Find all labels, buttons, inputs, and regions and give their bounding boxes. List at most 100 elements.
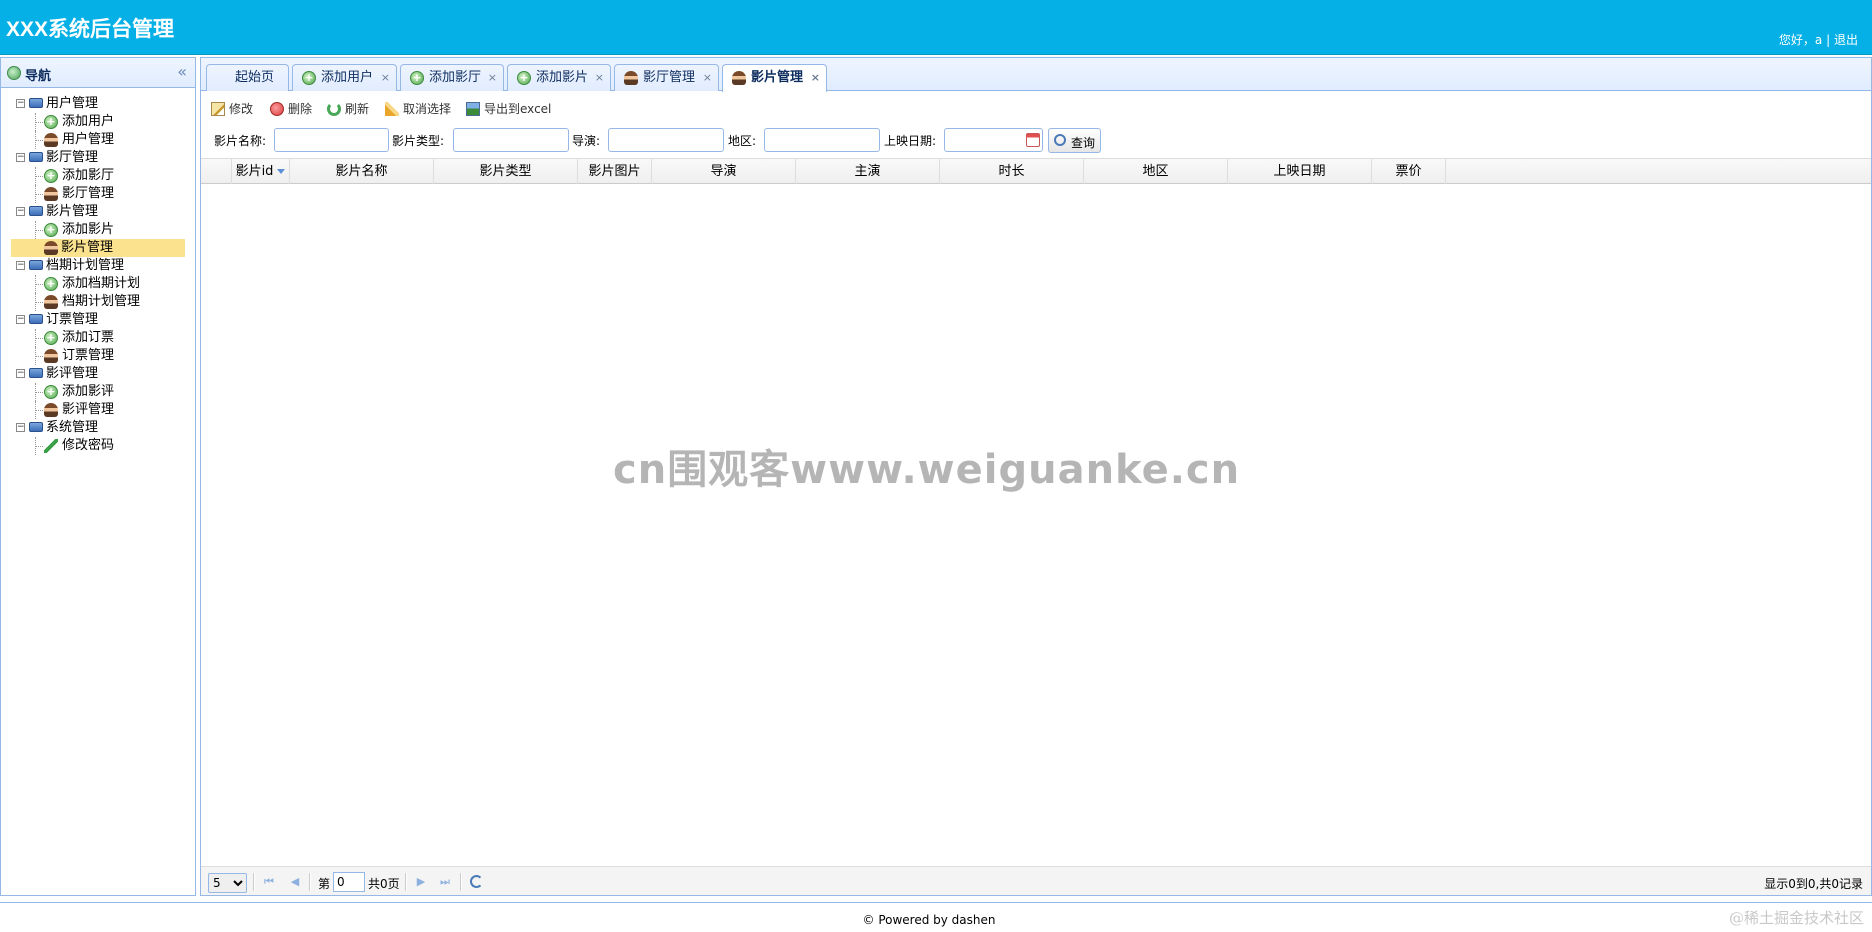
- tab-item[interactable]: 起始页: [206, 64, 289, 91]
- director-input[interactable]: [608, 128, 724, 152]
- reload-icon[interactable]: [470, 875, 483, 888]
- tree-collapse-icon[interactable]: −: [16, 153, 25, 162]
- nav-title: 导航: [25, 69, 52, 84]
- film-type-input[interactable]: [453, 128, 569, 152]
- nav-group[interactable]: − 影评管理: [1, 365, 195, 383]
- add-icon: +: [44, 385, 58, 399]
- column-header[interactable]: 导演: [652, 159, 796, 184]
- tab-label: 添加影厅: [429, 70, 482, 85]
- add-icon: +: [517, 71, 531, 85]
- monitor-icon: [29, 98, 43, 108]
- tree-line: [35, 356, 43, 357]
- nav-item[interactable]: + 添加用户: [1, 113, 195, 131]
- logout-link[interactable]: 退出: [1834, 33, 1858, 47]
- column-header[interactable]: 影片名称: [290, 159, 434, 184]
- tree-collapse-icon[interactable]: −: [16, 315, 25, 324]
- nav-group[interactable]: − 影厅管理: [1, 149, 195, 167]
- tree-line: [35, 122, 43, 123]
- nav-item[interactable]: 影片管理: [11, 239, 185, 257]
- nav-item-label: 添加影厅: [62, 168, 115, 183]
- tab-label: 影片管理: [751, 70, 804, 85]
- nav-group[interactable]: − 订票管理: [1, 311, 195, 329]
- tree-collapse-icon[interactable]: −: [16, 261, 25, 270]
- query-button-label: 查询: [1071, 136, 1096, 150]
- tab-item[interactable]: + 添加影厅 ×: [400, 64, 504, 91]
- close-icon[interactable]: ×: [381, 65, 390, 90]
- nav-item[interactable]: + 添加影片: [1, 221, 195, 239]
- add-icon: +: [44, 331, 58, 345]
- user-icon: [44, 241, 58, 255]
- column-header[interactable]: 时长: [940, 159, 1084, 184]
- app-title: XXX系统后台管理: [6, 18, 175, 41]
- page-number-input[interactable]: [333, 872, 365, 892]
- nav-group[interactable]: − 系统管理: [1, 419, 195, 437]
- calendar-icon[interactable]: [1026, 133, 1040, 147]
- nav-item[interactable]: + 添加影评: [1, 383, 195, 401]
- tree-collapse-icon[interactable]: −: [16, 99, 25, 108]
- tab-item[interactable]: 影厅管理 ×: [614, 64, 719, 91]
- column-header[interactable]: 票价: [1372, 159, 1446, 184]
- nav-group-label: 系统管理: [46, 420, 99, 435]
- nav-item[interactable]: 修改密码: [1, 437, 195, 455]
- pager-info: 显示0到0,共0记录: [1764, 877, 1863, 891]
- nav-group[interactable]: − 档期计划管理: [1, 257, 195, 275]
- tab-label: 影厅管理: [643, 70, 696, 85]
- column-header[interactable]: 影片id: [232, 159, 290, 184]
- release-date-picker[interactable]: [944, 128, 1043, 152]
- nav-item-label: 添加订票: [62, 330, 115, 345]
- query-button[interactable]: 查询: [1048, 128, 1101, 153]
- next-page-icon[interactable]: ▶: [413, 874, 429, 890]
- release-date-input[interactable]: [945, 129, 1025, 151]
- column-header[interactable]: 主演: [796, 159, 940, 184]
- tab-strip: 起始页 + 添加用户 × + 添加影厅 × + 添加影片 × 影厅管理 × 影片管理 ×: [201, 58, 1871, 92]
- last-page-icon[interactable]: ⏭: [437, 874, 453, 890]
- column-header[interactable]: 影片类型: [434, 159, 578, 184]
- page-size-select[interactable]: 5: [208, 873, 247, 893]
- first-page-icon[interactable]: ⏮: [261, 874, 277, 890]
- tab-label: 添加影片: [536, 70, 589, 85]
- collapse-panel-icon[interactable]: «: [177, 62, 187, 81]
- column-header-label: 影片名称: [335, 164, 388, 179]
- close-icon[interactable]: ×: [811, 65, 820, 90]
- nav-item[interactable]: 影厅管理: [1, 185, 195, 203]
- column-header[interactable]: 影片图片: [578, 159, 652, 184]
- tab-item[interactable]: + 添加影片 ×: [507, 64, 611, 91]
- grid-header: 影片id 影片名称 影片类型 影片图片 导演 主演 时长 地区 上映日期 票价: [201, 158, 1871, 184]
- nav-item-label: 影片管理: [61, 240, 114, 255]
- film-name-input[interactable]: [274, 128, 389, 152]
- search-icon: [1054, 134, 1066, 146]
- add-icon: +: [44, 277, 58, 291]
- nav-item-label: 添加用户: [62, 114, 115, 129]
- user-icon: [44, 349, 58, 363]
- tab-item[interactable]: 影片管理 ×: [722, 64, 827, 92]
- close-icon[interactable]: ×: [488, 65, 497, 90]
- column-header[interactable]: 上映日期: [1228, 159, 1372, 184]
- export-icon: [466, 102, 480, 116]
- tree-collapse-icon[interactable]: −: [16, 207, 25, 216]
- tree-collapse-icon[interactable]: −: [16, 369, 25, 378]
- nav-item[interactable]: 用户管理: [1, 131, 195, 149]
- nav-item[interactable]: + 添加订票: [1, 329, 195, 347]
- close-icon[interactable]: ×: [595, 65, 604, 90]
- nav-group[interactable]: − 影片管理: [1, 203, 195, 221]
- tree-collapse-icon[interactable]: −: [16, 423, 25, 432]
- nav-item[interactable]: 影评管理: [1, 401, 195, 419]
- app-header: XXX系统后台管理 您好，a | 退出: [0, 0, 1872, 55]
- user-greeting: 您好，a: [1778, 33, 1823, 47]
- region-input[interactable]: [764, 128, 880, 152]
- nav-item[interactable]: 订票管理: [1, 347, 195, 365]
- tab-item[interactable]: + 添加用户 ×: [292, 64, 397, 91]
- corner-watermark: @稀土掘金技术社区: [1728, 909, 1864, 927]
- nav-item[interactable]: 档期计划管理: [1, 293, 195, 311]
- nav-item[interactable]: + 添加影厅: [1, 167, 195, 185]
- nav-group[interactable]: − 用户管理: [1, 95, 195, 113]
- sort-desc-icon[interactable]: [277, 169, 286, 174]
- prev-page-icon[interactable]: ◀: [287, 874, 303, 890]
- director-label: 导演:: [572, 134, 601, 148]
- column-header[interactable]: 地区: [1084, 159, 1228, 184]
- close-icon[interactable]: ×: [703, 65, 712, 90]
- column-header-label: 时长: [998, 164, 1025, 179]
- tab-label: 起始页: [235, 70, 275, 85]
- nav-item[interactable]: + 添加档期计划: [1, 275, 195, 293]
- nav-item-label: 添加影片: [62, 222, 115, 237]
